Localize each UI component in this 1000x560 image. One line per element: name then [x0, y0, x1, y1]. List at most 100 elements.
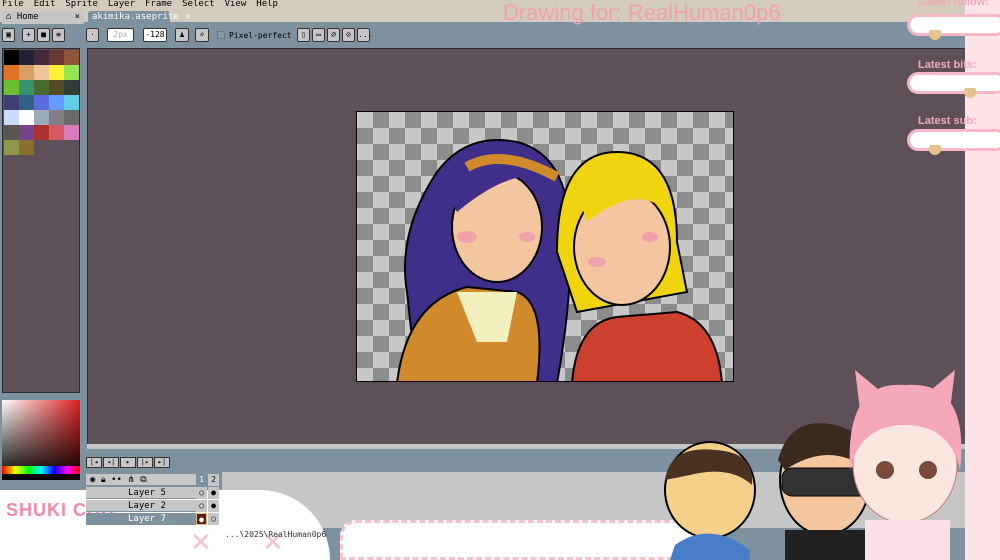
palette-swatch[interactable]: [4, 140, 19, 155]
layer-row[interactable]: Layer 5: [86, 487, 199, 499]
palette-swatch[interactable]: [34, 65, 49, 80]
latest-bits-label: Latest bits:: [918, 59, 977, 71]
layer-name: Layer 5: [128, 488, 166, 498]
color-palette: [4, 50, 79, 155]
onion-icon[interactable]: ••: [111, 475, 122, 485]
lock-icon[interactable]: ▣: [2, 28, 15, 42]
palette-swatch[interactable]: [64, 125, 79, 140]
cel[interactable]: ○: [196, 487, 207, 499]
next-frame-icon[interactable]: |▸: [137, 457, 153, 468]
latest-follow-box: [907, 14, 1000, 36]
palette-swatch[interactable]: [34, 110, 49, 125]
brush-angle-input[interactable]: -128: [143, 28, 167, 42]
palette-swatch[interactable]: [4, 125, 19, 140]
palette-swatch[interactable]: [49, 65, 64, 80]
brush-size-input[interactable]: 2px: [107, 28, 134, 42]
line-brush-button[interactable]: ≡: [52, 28, 65, 42]
frame-header-1[interactable]: 1: [196, 474, 207, 486]
palette-swatch[interactable]: [4, 80, 19, 95]
latest-follow-label: Latest follow:: [918, 0, 989, 8]
palette-swatch[interactable]: [4, 65, 19, 80]
close-icon[interactable]: ×: [75, 11, 80, 24]
palette-swatch[interactable]: [19, 125, 34, 140]
menu-bar: File Edit Sprite Layer Frame Select View…: [0, 0, 1000, 10]
palette-swatch[interactable]: [34, 95, 49, 110]
menu-frame[interactable]: Frame: [145, 0, 172, 10]
palette-swatch[interactable]: [64, 50, 79, 65]
palette-swatch[interactable]: [49, 50, 64, 65]
tab-akimika[interactable]: akimika.aseprite ×: [88, 11, 190, 24]
palette-swatch[interactable]: [49, 80, 64, 95]
brush-type-button[interactable]: +: [22, 28, 35, 42]
palette-swatch[interactable]: [34, 125, 49, 140]
menu-select[interactable]: Select: [182, 0, 215, 10]
menu-view[interactable]: View: [225, 0, 247, 10]
eye-icon[interactable]: ◉: [90, 475, 95, 485]
cel[interactable]: ●: [208, 500, 219, 512]
symmetry-antidiagonal-icon[interactable]: ⊘: [342, 28, 355, 42]
symmetry-diagonal-icon[interactable]: ∅: [327, 28, 340, 42]
playback-controls: |◂ ◂| ▸ |▸ ▸|: [86, 457, 171, 468]
palette-swatch[interactable]: [19, 80, 34, 95]
more-button[interactable]: ...: [357, 28, 372, 42]
tab-home-label: ⌂ Home: [6, 12, 39, 22]
palette-swatch[interactable]: [64, 110, 79, 125]
layer-row[interactable]: Layer 2: [86, 500, 199, 512]
hue-slider[interactable]: [2, 466, 80, 474]
pixel-perfect-checkbox[interactable]: [217, 31, 225, 39]
prev-frame-icon[interactable]: ◂|: [103, 457, 119, 468]
palette-swatch[interactable]: [4, 95, 19, 110]
layer-name: Layer 7: [128, 514, 166, 524]
menu-file[interactable]: File: [2, 0, 24, 10]
palette-swatch[interactable]: [19, 110, 34, 125]
palette-swatch[interactable]: [49, 110, 64, 125]
last-frame-icon[interactable]: ▸|: [154, 457, 170, 468]
palette-swatch[interactable]: [64, 65, 79, 80]
overlay-title: Drawing for: RealHuman0p6: [503, 0, 781, 25]
palette-swatch[interactable]: [19, 140, 34, 155]
symmetry-horizontal-icon[interactable]: ▭: [312, 28, 325, 42]
palette-swatch[interactable]: [64, 95, 79, 110]
palette-swatch[interactable]: [49, 95, 64, 110]
layer-header: ◉ 🔒︎ •• ⋔ ⧉: [86, 474, 199, 486]
link-icon[interactable]: ⋔: [127, 475, 135, 485]
palette-swatch[interactable]: [4, 110, 19, 125]
tab-home[interactable]: ⌂ Home ×: [2, 11, 84, 24]
first-frame-icon[interactable]: |◂: [86, 457, 102, 468]
symmetry-vertical-icon[interactable]: ▯: [297, 28, 310, 42]
menu-edit[interactable]: Edit: [34, 0, 56, 10]
menu-sprite[interactable]: Sprite: [65, 0, 98, 10]
palette-swatch[interactable]: [49, 125, 64, 140]
cel[interactable]: ●: [208, 487, 219, 499]
layer-row-selected[interactable]: Layer 7: [86, 513, 199, 525]
magnifier-icon[interactable]: ⌕: [195, 28, 209, 42]
close-icon[interactable]: ×: [185, 11, 190, 24]
context-toolbar: ▣ + ■ ≡ · 2px -128 ♟ ⌕ Pixel-perfect ▯ ▭…: [0, 25, 1000, 47]
palette-swatch[interactable]: [4, 50, 19, 65]
layers-icon[interactable]: ⧉: [140, 475, 146, 485]
square-brush-button[interactable]: ■: [37, 28, 50, 42]
palette-swatch[interactable]: [19, 50, 34, 65]
vtuber-avatars: [664, 370, 962, 560]
palette-swatch[interactable]: [19, 95, 34, 110]
stamp-icon[interactable]: ♟: [175, 28, 189, 42]
overlay-bottom-box: [340, 520, 700, 560]
brush-shape-button[interactable]: ·: [86, 28, 99, 42]
tab-home-text: Home: [16, 12, 39, 22]
palette-swatch[interactable]: [34, 80, 49, 95]
palette-swatch[interactable]: [19, 65, 34, 80]
latest-sub-label: Latest sub:: [918, 115, 977, 127]
cel-selected[interactable]: ●: [196, 513, 207, 525]
palette-swatch[interactable]: [64, 80, 79, 95]
cel[interactable]: ○: [196, 500, 207, 512]
play-icon[interactable]: ▸: [120, 457, 136, 468]
cel[interactable]: ○: [208, 513, 219, 525]
menu-layer[interactable]: Layer: [108, 0, 135, 10]
menu-help[interactable]: Help: [256, 0, 278, 10]
layer-name: Layer 2: [128, 501, 166, 511]
palette-swatch[interactable]: [34, 50, 49, 65]
pixel-perfect-label: Pixel-perfect: [229, 31, 292, 40]
frame-header-2[interactable]: 2: [208, 474, 219, 486]
tab-bar: ⌂ Home × akimika.aseprite ×: [0, 10, 1000, 24]
lock-icon[interactable]: 🔒︎: [101, 475, 106, 485]
